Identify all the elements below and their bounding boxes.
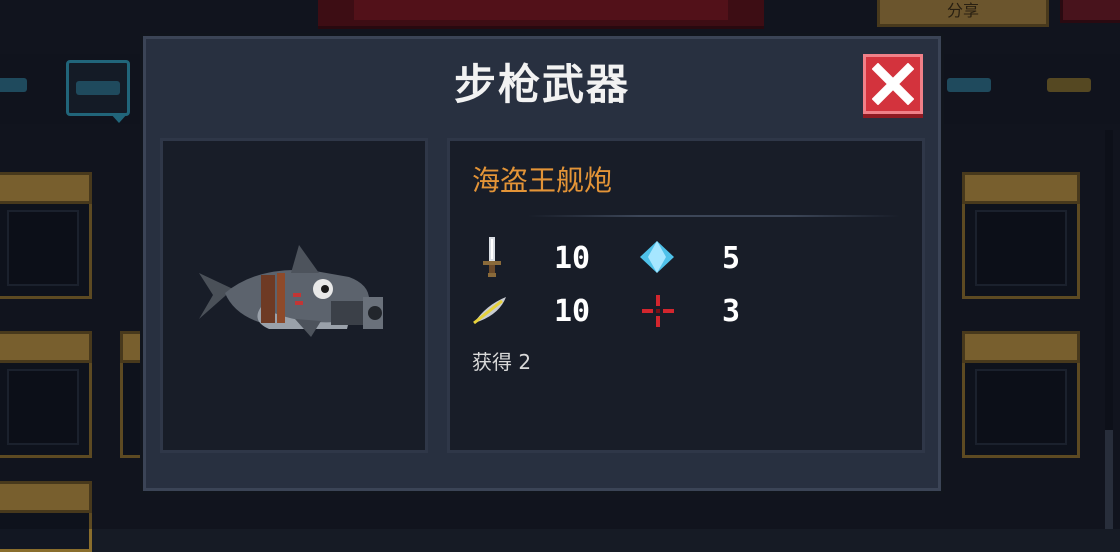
blue-crystal-icon [640,241,674,273]
sword-icon [483,237,501,277]
name-divider [528,215,900,217]
close-button[interactable] [863,54,923,114]
damage-value: 10 [554,241,591,276]
energy-cost-value: 5 [722,241,741,276]
weapon-info-panel: 海盗王舰炮 10 5 10 3 获得 2 [447,138,925,453]
weapon-detail-dialog: 步枪武器 海盗王舰炮 10 5 10 3 获得 2 [143,36,941,491]
close-x-icon [872,63,914,105]
weapon-preview-panel [160,138,428,453]
crit-value: 10 [554,294,591,329]
red-crosshair-icon [642,295,674,327]
weapon-name: 海盗王舰炮 [472,164,613,197]
accuracy-value: 3 [722,294,741,329]
feather-icon [473,297,506,325]
dialog-title: 步枪武器 [453,60,630,109]
shark-cannon-icon [199,245,383,337]
obtained-count: 获得 2 [472,350,532,374]
